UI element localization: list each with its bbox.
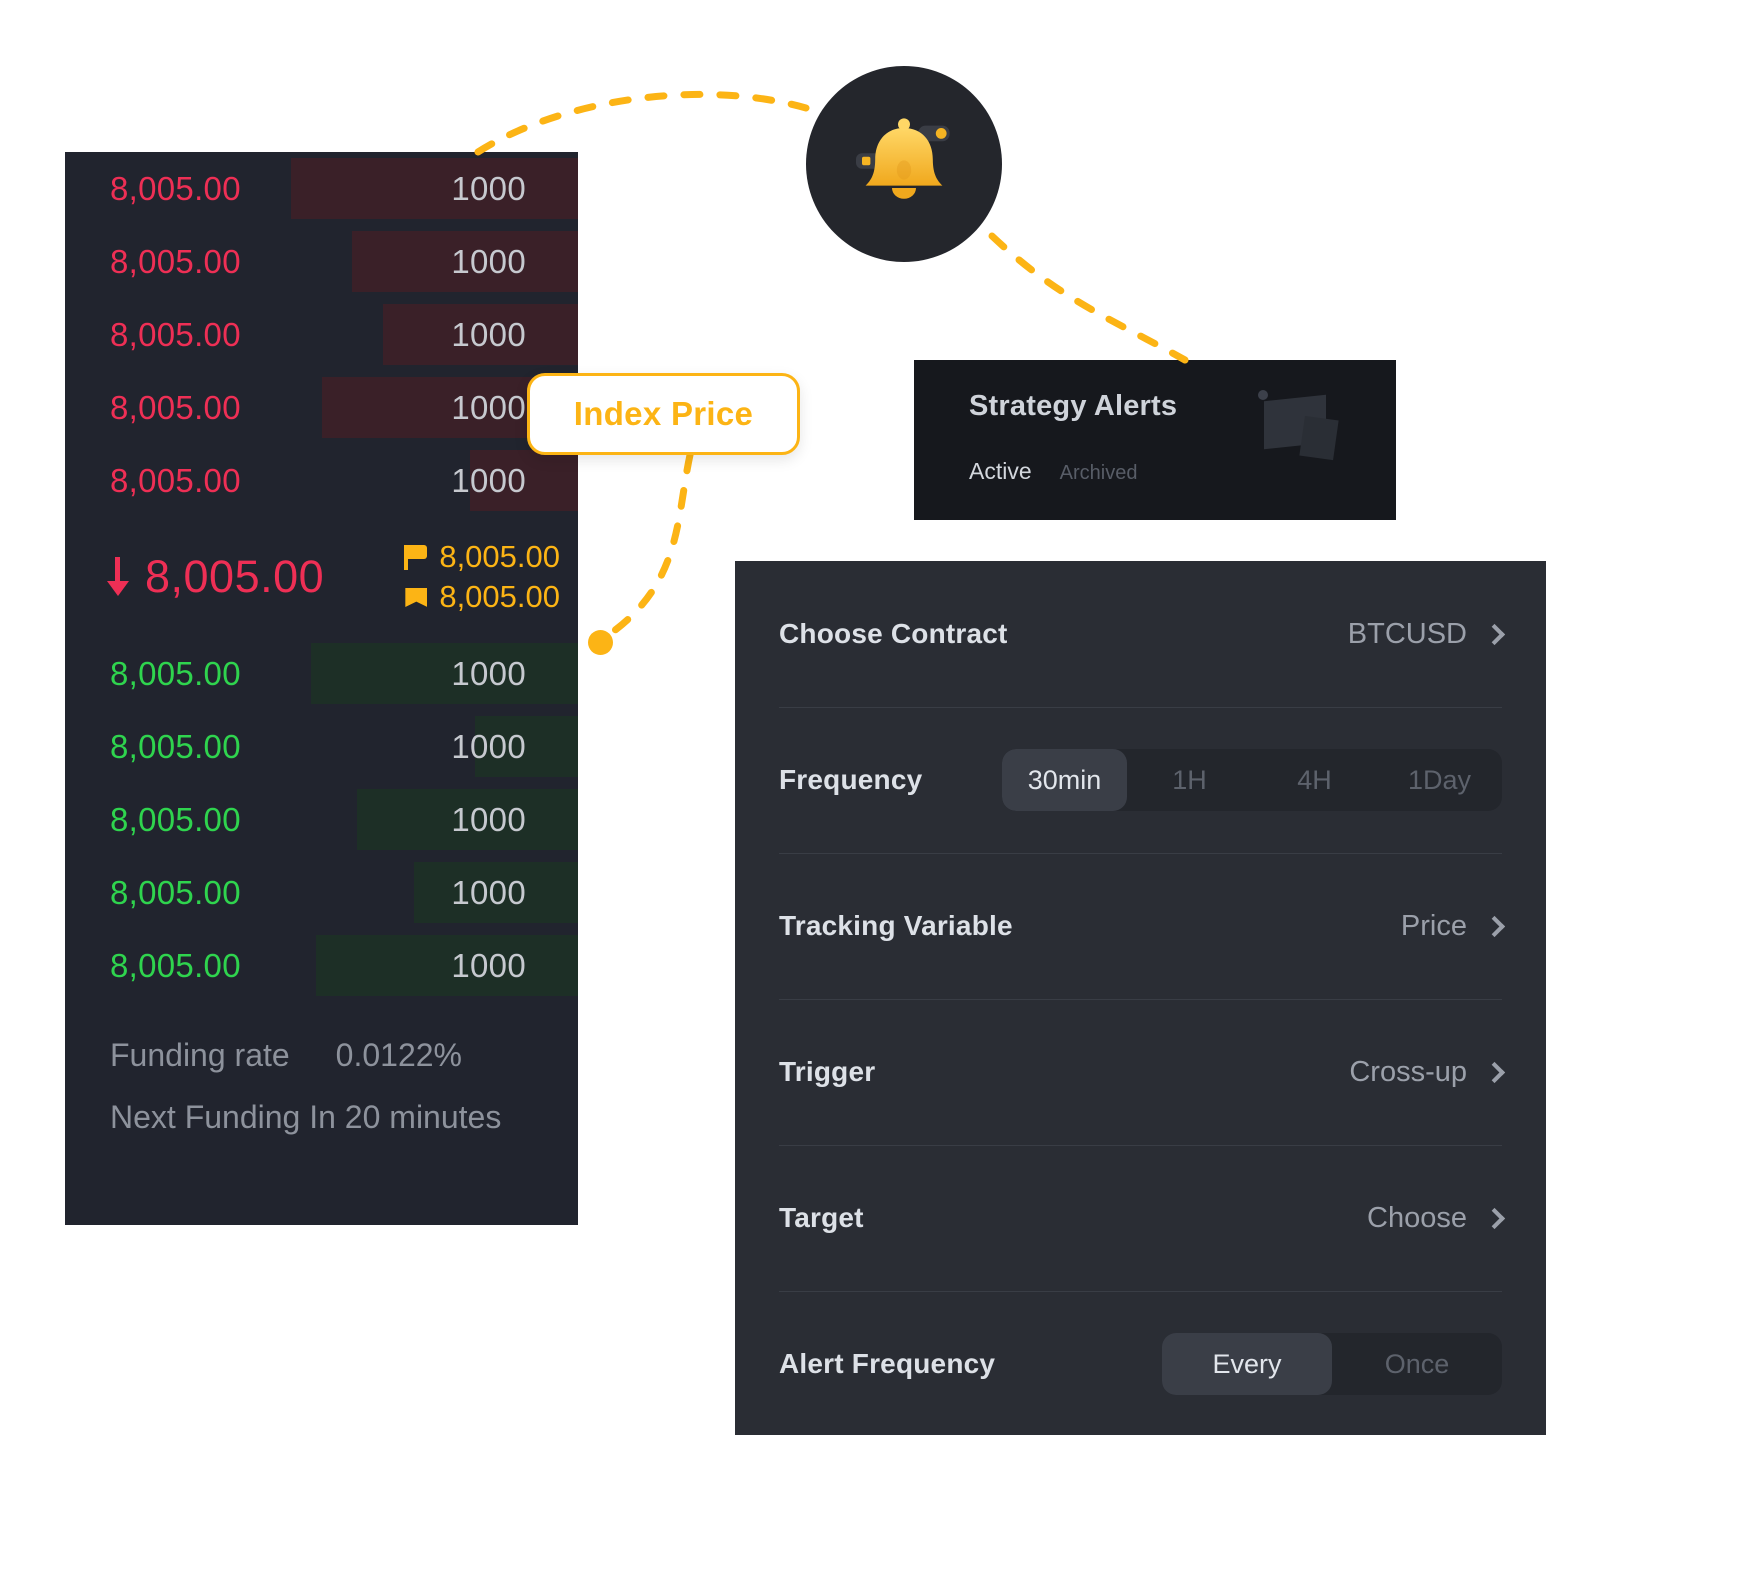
chevron-right-icon [1483,1061,1506,1083]
choose-contract-label: Choose Contract [779,618,1008,649]
strategy-alerts-tabs: Active Archived [969,458,1137,485]
bell-badge [806,66,1002,262]
tracking-variable-value: Price [1400,909,1467,942]
tab-archived[interactable]: Archived [1060,462,1138,485]
chevron-right-icon [1483,1207,1506,1229]
order-book-row-ask[interactable]: 8,005.00 1000 [65,225,578,298]
choose-contract-value: BTCUSD [1347,617,1467,650]
row-alert-frequency: Alert Frequency Every Once [779,1291,1502,1437]
mark-price-line: 8,005.00 [404,579,560,615]
bid-size: 1000 [451,727,526,765]
ask-size: 1000 [451,242,526,280]
row-tracking-variable[interactable]: Tracking Variable Price [779,853,1506,999]
trigger-value: Cross-up [1349,1055,1467,1088]
bid-price: 8,005.00 [110,654,241,692]
order-book-row-bid[interactable]: 8,005.00 1000 [65,783,578,856]
ask-price: 8,005.00 [110,315,241,353]
ask-size: 1000 [451,315,526,353]
index-price-line: 8,005.00 [404,539,560,575]
bid-rows: 8,005.00 1000 8,005.00 1000 8,005.00 100… [65,637,578,1002]
bid-price: 8,005.00 [110,946,241,984]
target-value-group[interactable]: Choose [1367,1201,1506,1235]
arrow-down-icon [103,557,133,597]
order-book-row-bid[interactable]: 8,005.00 1000 [65,637,578,710]
order-book-footer: Funding rate 0.0122% Next Funding In 20 … [65,1002,578,1148]
strategy-alerts-title: Strategy Alerts [969,390,1178,422]
frequency-option-1day[interactable]: 1Day [1377,749,1502,811]
depth-bar [290,158,578,219]
chevron-right-icon [1483,915,1506,937]
frequency-label: Frequency [779,764,923,795]
order-book-row-bid[interactable]: 8,005.00 1000 [65,856,578,929]
order-book-panel: 8,005.00 1000 8,005.00 1000 8,005.00 100… [65,152,578,1225]
ask-size: 1000 [451,388,526,426]
bid-size: 1000 [451,800,526,838]
order-book-row-bid[interactable]: 8,005.00 1000 [65,929,578,1002]
trigger-label: Trigger [779,1056,876,1087]
index-mark-group: 8,005.00 8,005.00 [404,539,560,615]
row-frequency: Frequency 30min 1H 4H 1Day [779,707,1502,853]
order-book-row-ask[interactable]: 8,005.00 1000 [65,371,578,444]
strategy-alerts-card[interactable]: Strategy Alerts Active Archived [914,360,1396,520]
bid-price: 8,005.00 [110,800,241,838]
funding-rate-value: 0.0122% [335,1036,462,1073]
frequency-segmented-control[interactable]: 30min 1H 4H 1Day [1002,749,1502,811]
bid-size: 1000 [451,654,526,692]
alert-frequency-label: Alert Frequency [779,1348,996,1379]
mark-price: 8,005.00 [439,579,560,614]
alert-settings-panel: Choose Contract BTCUSD Frequency 30min 1… [735,561,1546,1435]
bookmark-icon [404,584,428,610]
next-funding-row: Next Funding In 20 minutes [110,1086,578,1148]
flag-icon [404,544,428,570]
order-book-row-ask[interactable]: 8,005.00 1000 [65,298,578,371]
alert-frequency-option-every[interactable]: Every [1162,1333,1332,1395]
trigger-value-group[interactable]: Cross-up [1349,1055,1506,1089]
chevron-right-icon [1483,623,1506,645]
bid-size: 1000 [451,946,526,984]
alert-frequency-toggle[interactable]: Every Once [1162,1333,1502,1395]
next-funding-text: Next Funding In 20 minutes [110,1098,502,1135]
bid-size: 1000 [451,873,526,911]
tab-active[interactable]: Active [969,458,1032,485]
row-choose-contract[interactable]: Choose Contract BTCUSD [779,561,1506,707]
funding-rate-label: Funding rate [110,1036,290,1073]
bid-price: 8,005.00 [110,873,241,911]
frequency-option-4h[interactable]: 4H [1252,749,1377,811]
order-book-row-bid[interactable]: 8,005.00 1000 [65,710,578,783]
ask-price: 8,005.00 [110,461,241,499]
depth-bar [316,935,578,996]
ask-price: 8,005.00 [110,388,241,426]
depth-bar [311,643,578,704]
order-book-row-ask[interactable]: 8,005.00 1000 [65,152,578,225]
connector-dot [588,630,613,655]
funding-rate-row: Funding rate 0.0122% [110,1024,578,1086]
alerts-thumbnail-icon [1256,388,1346,466]
choose-contract-value-group[interactable]: BTCUSD [1347,617,1506,651]
alert-frequency-option-once[interactable]: Once [1332,1333,1502,1395]
index-price: 8,005.00 [439,539,560,574]
target-label: Target [779,1202,864,1233]
bid-price: 8,005.00 [110,727,241,765]
last-price-group: 8,005.00 [103,551,324,603]
index-price-callout-label: Index Price [573,395,754,432]
last-price: 8,005.00 [145,551,325,602]
frequency-option-30min[interactable]: 30min [1002,749,1127,811]
screenshot-canvas: 8,005.00 1000 8,005.00 1000 8,005.00 100… [0,0,1746,1596]
row-trigger[interactable]: Trigger Cross-up [779,999,1506,1145]
tracking-variable-label: Tracking Variable [779,910,1013,941]
bell-notification-icon [856,118,950,199]
index-price-callout: Index Price [527,373,800,455]
ask-rows: 8,005.00 1000 8,005.00 1000 8,005.00 100… [65,152,578,517]
ask-price: 8,005.00 [110,242,241,280]
tracking-variable-value-group[interactable]: Price [1400,909,1506,943]
order-book-row-ask[interactable]: 8,005.00 1000 [65,444,578,517]
row-target[interactable]: Target Choose [779,1145,1506,1291]
ask-price: 8,005.00 [110,169,241,207]
ask-size: 1000 [451,461,526,499]
last-price-row: 8,005.00 8,005.00 8,005.00 [65,517,578,637]
frequency-option-1h[interactable]: 1H [1127,749,1252,811]
ask-size: 1000 [451,169,526,207]
target-value: Choose [1367,1201,1467,1234]
